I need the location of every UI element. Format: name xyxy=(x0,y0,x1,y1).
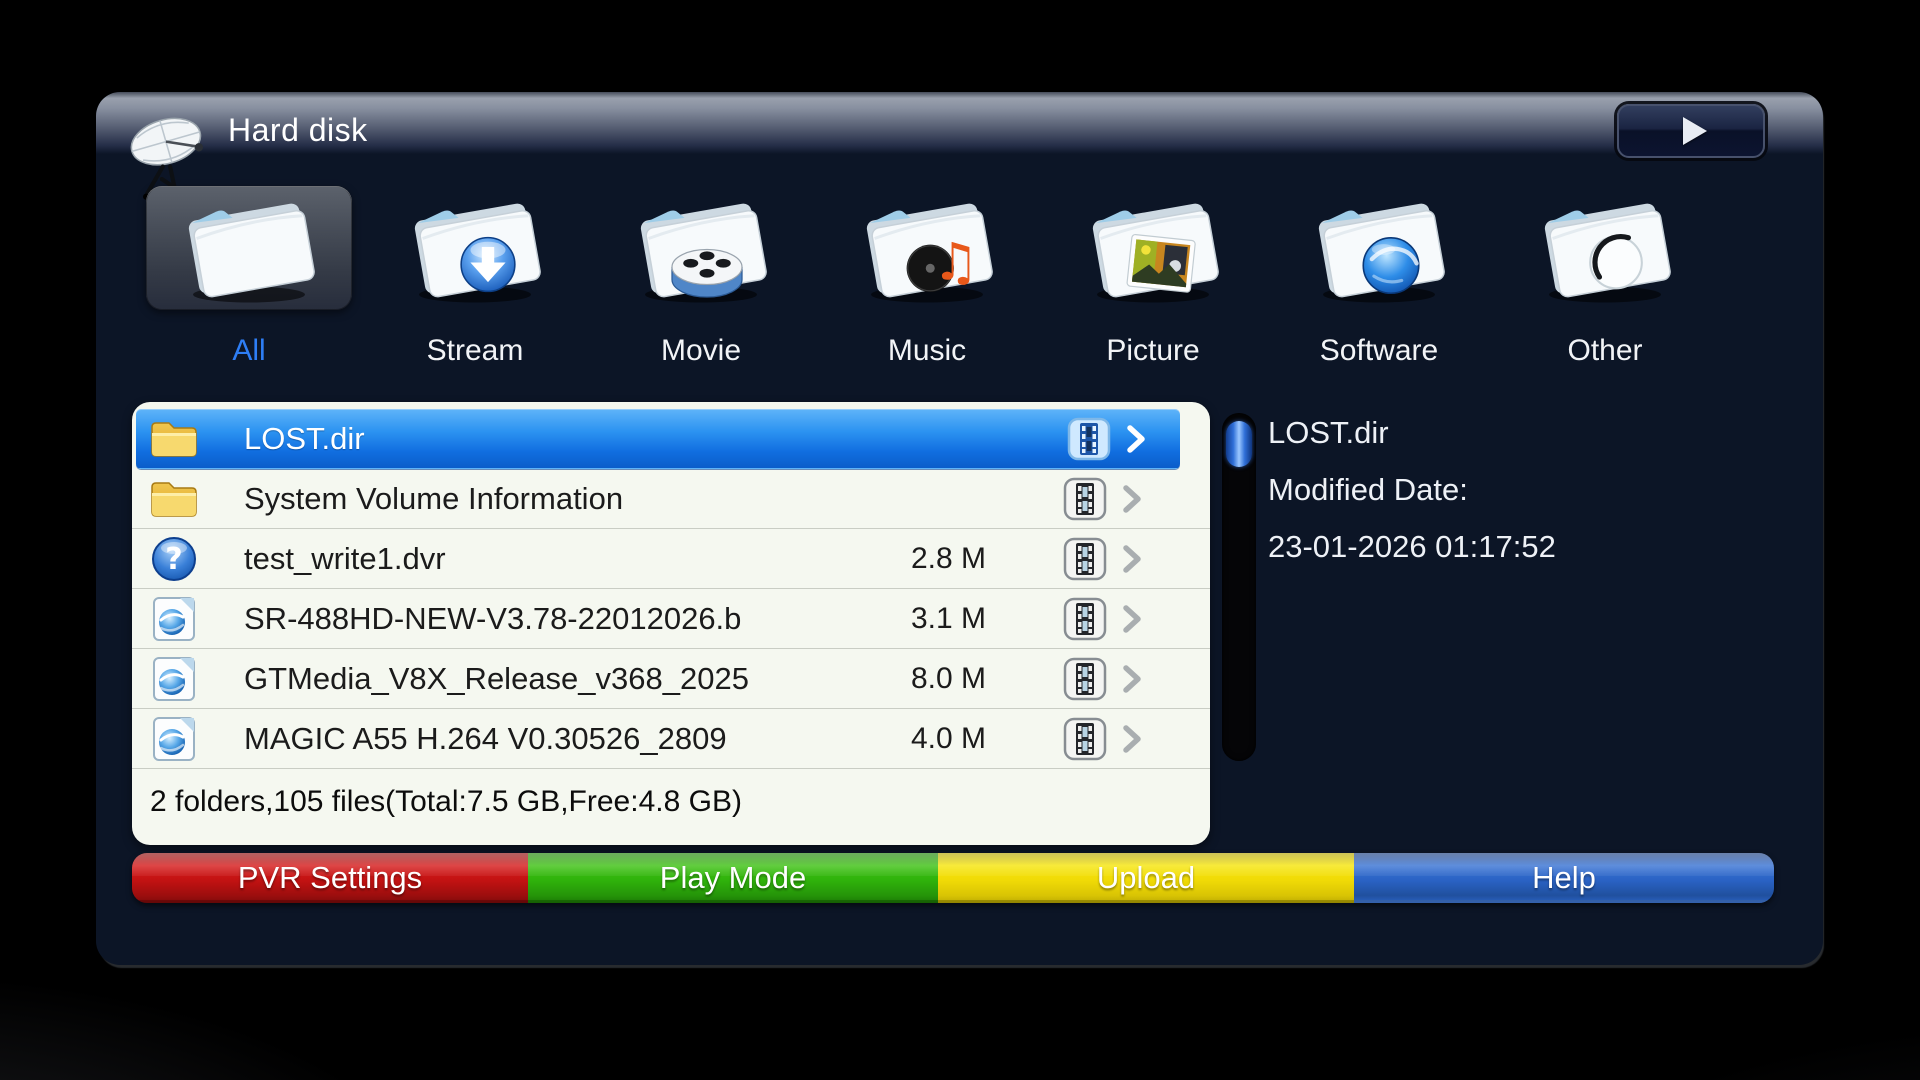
tab-label: Picture xyxy=(1040,334,1266,368)
tab-label: Stream xyxy=(362,334,588,368)
folder-stream-icon xyxy=(372,186,578,310)
bin-file-icon xyxy=(148,595,206,643)
tab-label: Software xyxy=(1266,334,1492,368)
file-name: GTMedia_V8X_Release_v368_2025 xyxy=(244,661,836,697)
tab-software[interactable]: Software xyxy=(1266,186,1492,368)
scrollbar-thumb[interactable] xyxy=(1226,421,1252,467)
tab-music[interactable]: Music xyxy=(814,186,1040,368)
file-name: test_write1.dvr xyxy=(244,541,836,577)
file-details: LOST.dir Modified Date: 23-01-2026 01:17… xyxy=(1268,404,1556,575)
button-label: Play Mode xyxy=(660,860,806,896)
file-row[interactable]: MAGIC A55 H.264 V0.30526_2809 4.0 M xyxy=(132,709,1210,769)
pvr-settings-button[interactable]: PVR Settings xyxy=(132,853,528,903)
category-tabs: All Stream Movie Music xyxy=(136,186,1718,368)
file-name: System Volume Information xyxy=(244,481,836,517)
tab-all[interactable]: All xyxy=(136,186,362,368)
folder-picture-icon xyxy=(1050,186,1256,310)
file-name: MAGIC A55 H.264 V0.30526_2809 xyxy=(244,721,836,757)
page-title: Hard disk xyxy=(228,112,368,149)
button-label: Upload xyxy=(1097,860,1195,896)
file-size: 8.0 M xyxy=(836,662,986,696)
tab-movie[interactable]: Movie xyxy=(588,186,814,368)
folder-other-icon xyxy=(1502,186,1708,310)
tab-label: Movie xyxy=(588,334,814,368)
button-label: PVR Settings xyxy=(238,860,422,896)
file-size: 4.0 M xyxy=(836,722,986,756)
file-row[interactable]: test_write1.dvr 2.8 M xyxy=(132,529,1210,589)
help-button[interactable]: Help xyxy=(1354,853,1774,903)
tab-stream[interactable]: Stream xyxy=(362,186,588,368)
function-button-bar: PVR Settings Play Mode Upload Help xyxy=(132,853,1774,903)
tab-other[interactable]: Other xyxy=(1492,186,1718,368)
list-scrollbar[interactable] xyxy=(1222,413,1256,761)
file-list: LOST.dir System Volume Information xyxy=(132,402,1210,769)
bin-file-icon xyxy=(148,655,206,703)
film-strip-icon xyxy=(1062,596,1108,642)
file-row[interactable]: System Volume Information xyxy=(132,469,1210,529)
play-icon xyxy=(1683,117,1707,145)
file-row[interactable]: GTMedia_V8X_Release_v368_2025 8.0 M xyxy=(132,649,1210,709)
folder-software-icon xyxy=(1276,186,1482,310)
file-list-panel: LOST.dir System Volume Information xyxy=(132,402,1210,845)
detail-modified-label: Modified Date: xyxy=(1268,461,1556,518)
next-page-button[interactable] xyxy=(1617,104,1765,158)
screen: ♫ xyxy=(0,0,1920,1080)
chevron-right-icon xyxy=(1120,664,1148,694)
file-row[interactable]: LOST.dir xyxy=(136,409,1180,469)
file-manager-window: Hard disk All Stream Movi xyxy=(96,92,1823,965)
tab-label: Other xyxy=(1492,334,1718,368)
unknown-file-icon xyxy=(148,535,206,583)
chevron-right-icon xyxy=(1120,484,1148,514)
chevron-right-icon xyxy=(1120,604,1148,634)
folder-music-icon xyxy=(824,186,1030,310)
folder-icon xyxy=(148,475,206,523)
file-size: 2.8 M xyxy=(836,542,986,576)
file-name: SR-488HD-NEW-V3.78-22012026.b xyxy=(244,601,836,637)
detail-file-name: LOST.dir xyxy=(1268,404,1556,461)
film-strip-icon xyxy=(1062,716,1108,762)
tab-label: Music xyxy=(814,334,1040,368)
film-strip-icon xyxy=(1062,536,1108,582)
play-mode-button[interactable]: Play Mode xyxy=(528,853,938,903)
folder-icon xyxy=(148,415,206,463)
tab-picture[interactable]: Picture xyxy=(1040,186,1266,368)
folder-movie-icon xyxy=(598,186,804,310)
film-strip-icon xyxy=(1062,656,1108,702)
storage-status: 2 folders,105 files(Total:7.5 GB,Free:4.… xyxy=(132,769,1210,835)
file-row[interactable]: SR-488HD-NEW-V3.78-22012026.b 3.1 M xyxy=(132,589,1210,649)
film-strip-icon xyxy=(1066,416,1112,462)
upload-button[interactable]: Upload xyxy=(938,853,1354,903)
file-size: 3.1 M xyxy=(836,602,986,636)
chevron-right-icon xyxy=(1124,424,1152,454)
chevron-right-icon xyxy=(1120,724,1148,754)
folder-all-icon xyxy=(146,186,352,310)
file-name: LOST.dir xyxy=(244,421,840,457)
bin-file-icon xyxy=(148,715,206,763)
film-strip-icon xyxy=(1062,476,1108,522)
detail-modified-value: 23-01-2026 01:17:52 xyxy=(1268,518,1556,575)
tab-label: All xyxy=(136,334,362,368)
chevron-right-icon xyxy=(1120,544,1148,574)
button-label: Help xyxy=(1532,860,1596,896)
